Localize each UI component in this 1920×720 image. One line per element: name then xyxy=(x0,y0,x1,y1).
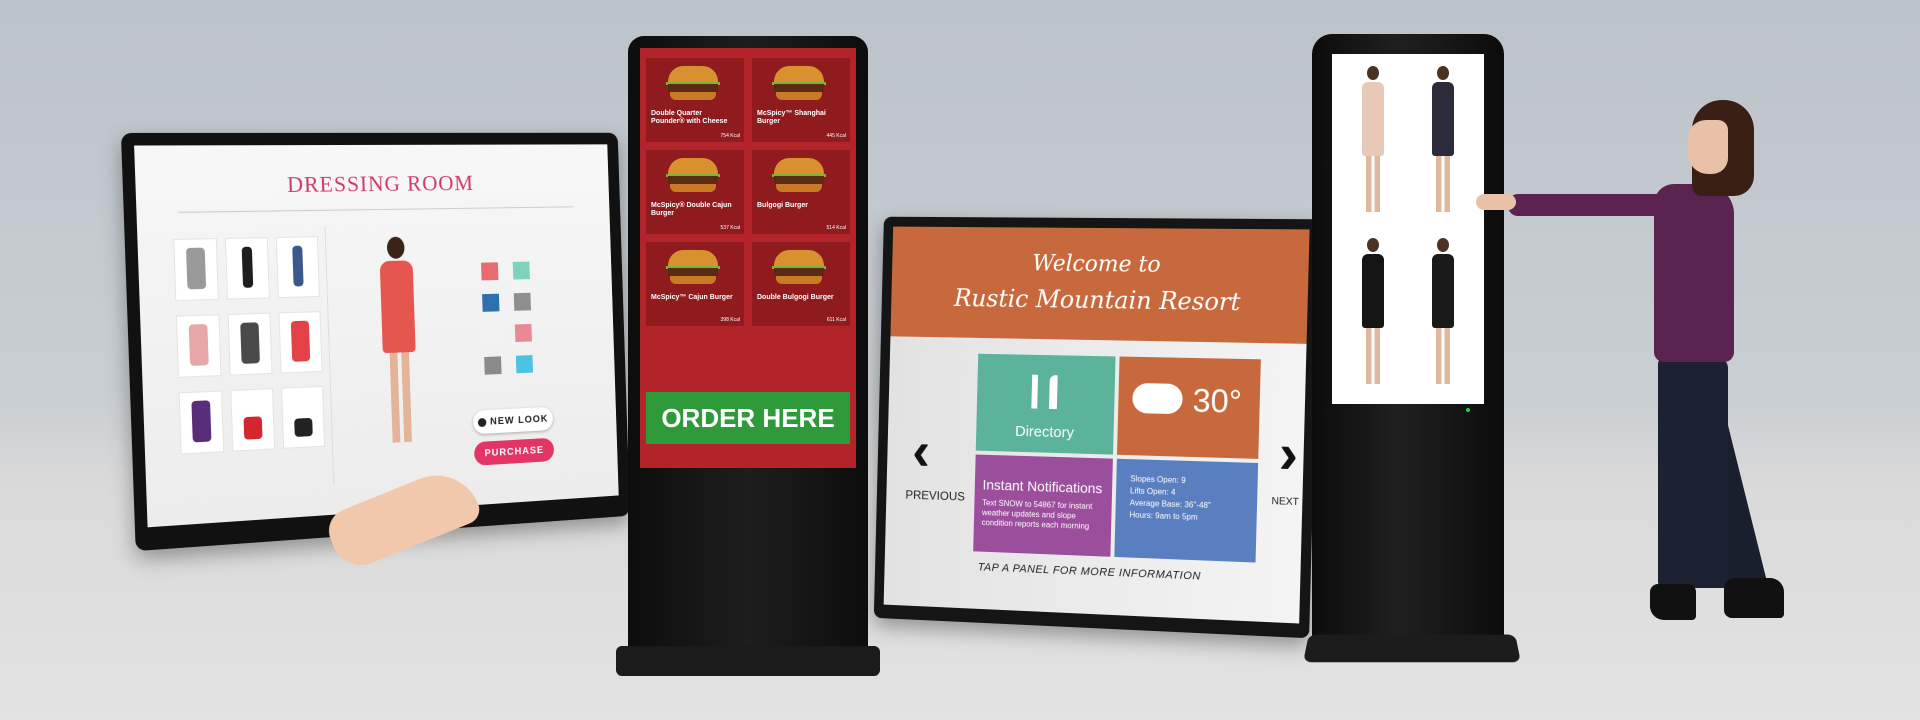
panel-divider xyxy=(324,225,335,485)
menu-item[interactable]: Double Bulgogi Burger 611 Kcal xyxy=(752,242,850,326)
resort-header: Welcome to Rustic Mountain Resort xyxy=(890,226,1310,344)
color-swatch[interactable] xyxy=(484,356,502,375)
new-look-icon xyxy=(477,417,487,427)
clothing-item[interactable] xyxy=(278,311,323,374)
menu-item-kcal: 611 Kcal xyxy=(826,317,846,323)
menu-item[interactable]: Double Quarter Pounder® with Cheese 754 … xyxy=(646,58,744,142)
new-look-button[interactable]: NEW LOOK xyxy=(472,406,554,435)
tap-instruction: TAP A PANEL FOR MORE INFORMATION xyxy=(977,561,1202,583)
menu-item-name: Double Quarter Pounder® with Cheese xyxy=(651,110,728,125)
snow-cloud-icon xyxy=(1132,382,1183,415)
dress-model[interactable] xyxy=(1360,238,1386,388)
dressing-room-title: DRESSING ROOM xyxy=(286,170,475,198)
menu-item-kcal: 398 Kcal xyxy=(720,317,740,323)
notifications-body: Text SNOW to 54867 for instant weather u… xyxy=(981,498,1093,531)
burger-image xyxy=(772,250,826,284)
resort-screen: Welcome to Rustic Mountain Resort Direct… xyxy=(883,226,1310,624)
previous-arrow-icon[interactable]: ‹ xyxy=(912,419,931,481)
clothing-item[interactable] xyxy=(178,390,225,455)
color-swatch[interactable] xyxy=(482,293,500,312)
clothing-item[interactable] xyxy=(224,237,270,300)
clothing-item[interactable] xyxy=(227,312,273,376)
color-swatch[interactable] xyxy=(513,292,531,311)
menu-item-name: Bulgogi Burger xyxy=(757,202,808,209)
directory-label: Directory xyxy=(1014,422,1075,442)
woman-touching-kiosk xyxy=(1470,100,1820,660)
resort-display: Welcome to Rustic Mountain Resort Direct… xyxy=(873,216,1321,639)
notifications-tile[interactable]: Instant Notifications Text SNOW to 54867… xyxy=(973,454,1113,557)
clothing-item[interactable] xyxy=(173,238,219,302)
menu-screen: Double Quarter Pounder® with Cheese 754 … xyxy=(640,48,856,468)
notifications-title: Instant Notifications xyxy=(982,476,1103,497)
directory-tile[interactable]: Directory xyxy=(975,353,1116,455)
menu-item-kcal: 514 Kcal xyxy=(826,225,846,231)
menu-item-kcal: 445 Kcal xyxy=(826,133,846,139)
color-swatch[interactable] xyxy=(481,262,499,281)
menu-grid: Double Quarter Pounder® with Cheese 754 … xyxy=(646,58,850,326)
title-divider xyxy=(178,206,574,213)
menu-item[interactable]: McSpicy® Double Cajun Burger 537 Kcal xyxy=(646,150,744,234)
fashion-screen xyxy=(1332,54,1484,404)
menu-item[interactable]: Bulgogi Burger 514 Kcal xyxy=(752,150,850,234)
resort-name: Rustic Mountain Resort xyxy=(953,284,1241,317)
burger-image xyxy=(772,66,826,100)
burger-image xyxy=(666,158,720,192)
welcome-text: Welcome to xyxy=(1032,251,1161,278)
burger-image xyxy=(666,250,720,284)
menu-kiosk: Double Quarter Pounder® with Cheese 754 … xyxy=(616,36,880,676)
purchase-button[interactable]: PURCHASE xyxy=(473,437,555,466)
fork-icon xyxy=(1031,374,1039,409)
color-swatches xyxy=(481,261,534,375)
next-arrow-icon[interactable]: › xyxy=(1278,421,1299,486)
menu-item-kcal: 754 Kcal xyxy=(720,133,740,139)
clothing-item[interactable] xyxy=(175,314,222,378)
clothing-item[interactable] xyxy=(281,385,326,449)
slopes-info: Slopes Open: 9 Lifts Open: 4 Average Bas… xyxy=(1129,473,1251,526)
color-swatch[interactable] xyxy=(514,323,532,343)
temperature: 30° xyxy=(1192,382,1243,420)
dress-model[interactable] xyxy=(1430,238,1456,388)
clothing-grid xyxy=(173,236,326,455)
dressing-room-display: DRESSING ROOM NEW LOOK PURCHASE xyxy=(120,132,631,552)
order-here-button[interactable]: ORDER HERE xyxy=(646,392,850,444)
menu-item-name: McSpicy® Double Cajun Burger xyxy=(651,202,732,217)
burger-image xyxy=(666,66,720,100)
menu-item-name: McSpicy™ Shanghai Burger xyxy=(757,110,826,125)
weather-tile[interactable]: 30° xyxy=(1116,356,1261,459)
color-swatch[interactable] xyxy=(512,261,530,280)
clothing-item[interactable] xyxy=(230,388,276,452)
menu-item-name: McSpicy™ Cajun Burger xyxy=(651,294,733,301)
menu-item-kcal: 537 Kcal xyxy=(720,225,740,231)
menu-item[interactable]: McSpicy™ Cajun Burger 398 Kcal xyxy=(646,242,744,326)
kiosk-base xyxy=(616,646,880,676)
clothing-item[interactable] xyxy=(275,236,320,299)
knife-icon xyxy=(1048,375,1058,410)
dress-model[interactable] xyxy=(1430,66,1456,216)
burger-image xyxy=(772,158,826,192)
menu-item[interactable]: McSpicy™ Shanghai Burger 445 Kcal xyxy=(752,58,850,142)
color-swatch[interactable] xyxy=(483,325,501,344)
fitting-model xyxy=(373,236,424,447)
slopes-tile[interactable]: Slopes Open: 9 Lifts Open: 4 Average Bas… xyxy=(1114,458,1259,563)
new-look-label: NEW LOOK xyxy=(489,413,549,428)
next-label[interactable]: NEXT xyxy=(1271,496,1299,508)
dressing-room-screen: DRESSING ROOM NEW LOOK PURCHASE xyxy=(134,144,619,528)
menu-item-name: Double Bulgogi Burger xyxy=(757,294,834,301)
color-swatch[interactable] xyxy=(515,355,534,374)
previous-label[interactable]: PREVIOUS xyxy=(905,488,965,504)
dress-model[interactable] xyxy=(1360,66,1386,216)
